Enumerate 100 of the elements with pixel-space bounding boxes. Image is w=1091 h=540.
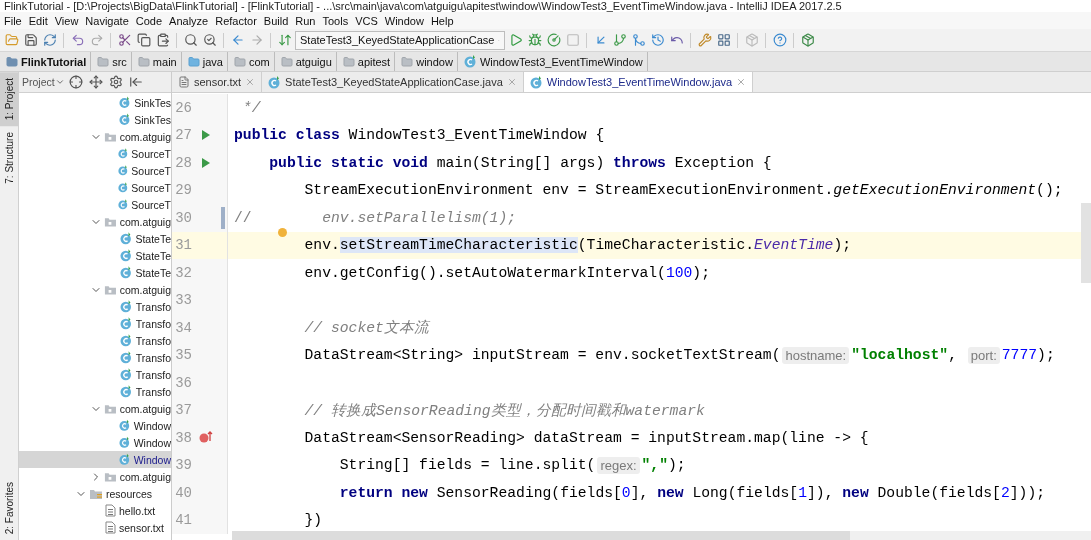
breadcrumb[interactable]: main <box>131 52 182 71</box>
menu-item[interactable]: File <box>1 14 25 27</box>
menu-item[interactable]: Build <box>260 14 292 27</box>
breadcrumb[interactable]: apitest <box>336 52 396 71</box>
bulb-icon[interactable] <box>278 228 287 238</box>
collapse-icon[interactable] <box>87 73 105 91</box>
breadcrumb[interactable]: atguigu <box>274 52 337 71</box>
run-icon[interactable] <box>201 156 211 169</box>
tree-item[interactable]: com.atguig <box>19 128 171 145</box>
line-number: 29 <box>174 182 192 199</box>
tree-item[interactable]: Transfo <box>19 383 171 400</box>
help-icon[interactable] <box>771 31 788 49</box>
locate-icon[interactable] <box>67 73 85 91</box>
save-icon[interactable] <box>22 31 39 49</box>
tree-item[interactable]: StateTe <box>19 247 171 264</box>
branch-icon[interactable] <box>611 31 628 49</box>
code-text: env.getConfig().setAutoWatermarkInterval(100); <box>303 264 710 281</box>
tree-item[interactable]: Transfo <box>19 298 171 315</box>
tree-item[interactable]: SinkTes <box>19 94 171 111</box>
folder-icon <box>103 215 117 228</box>
tree-item[interactable]: com.atguig <box>19 468 171 485</box>
plugin-icon[interactable] <box>799 31 816 49</box>
coverage-icon[interactable] <box>545 31 562 49</box>
sync-icon[interactable] <box>41 31 58 49</box>
breadcrumb[interactable]: src <box>91 52 132 71</box>
settings-icon[interactable] <box>107 73 125 91</box>
tool-window-tab[interactable]: 2: Favorites <box>0 475 18 540</box>
run-icon[interactable] <box>201 129 211 142</box>
code-text: // env.setParallelism(1); <box>234 209 517 226</box>
code-text: DataStream<String> inputStream = env.socketTextStream( <box>303 347 781 364</box>
cut-icon[interactable] <box>116 31 133 49</box>
editor-tab[interactable]: sensor.txt <box>172 72 263 92</box>
lambda-marker-icon[interactable] <box>199 431 213 445</box>
project-view-dropdown[interactable]: Project <box>22 76 65 88</box>
class-icon <box>120 351 133 364</box>
tree-item[interactable]: Window <box>19 434 171 451</box>
tree-item[interactable]: SinkTes <box>19 111 171 128</box>
tree-item[interactable]: resources <box>19 485 171 502</box>
editor-tab[interactable]: StateTest3_KeyedStateApplicationCase.java <box>262 72 524 92</box>
tree-item[interactable]: SourceT <box>19 179 171 196</box>
grid-icon[interactable] <box>715 31 732 49</box>
breadcrumb[interactable]: com <box>227 52 275 71</box>
wrench-icon[interactable] <box>696 31 713 49</box>
menu-item[interactable]: Refactor <box>212 14 260 27</box>
search-icon[interactable] <box>182 31 199 49</box>
tree-item[interactable]: SourceT <box>19 145 171 162</box>
menu-item[interactable]: Window <box>381 14 427 27</box>
class-icon <box>120 317 133 330</box>
tree-item[interactable]: sensor.txt <box>19 519 171 536</box>
breadcrumb[interactable]: window <box>395 52 458 71</box>
class-icon <box>119 96 132 109</box>
tree-item[interactable]: com.atguig <box>19 213 171 230</box>
tree-item[interactable]: Window <box>19 417 171 434</box>
tool-window-tab[interactable]: 1: Project <box>0 72 18 127</box>
menu-item[interactable]: Navigate <box>82 14 132 27</box>
class-icon <box>117 164 129 177</box>
menu-item[interactable]: Analyze <box>166 14 212 27</box>
menu-item[interactable]: Tools <box>319 14 352 27</box>
tree-item[interactable]: SourceT <box>19 162 171 179</box>
tree-item[interactable]: com.atguig <box>19 281 171 298</box>
tree-item[interactable]: Transfo <box>19 366 171 383</box>
tree-item[interactable]: hello.txt <box>19 502 171 519</box>
run-configuration-dropdown[interactable]: StateTest3_KeyedStateApplicationCase <box>295 30 505 50</box>
class-icon <box>120 300 133 313</box>
merge-icon[interactable] <box>630 31 647 49</box>
code-text: public class WindowTest3_EventTimeWindow { <box>234 127 605 144</box>
tree-item[interactable]: Transfo <box>19 332 171 349</box>
folder-icon <box>103 130 117 143</box>
replace-icon[interactable] <box>201 31 218 49</box>
editor-tab[interactable]: WindowTest3_EventTimeWindow.java <box>523 72 754 92</box>
resources-folder-icon <box>89 487 103 500</box>
menu-item[interactable]: Run <box>292 14 319 27</box>
scrollbar[interactable] <box>232 531 1091 540</box>
tree-item[interactable]: Transfo <box>19 315 171 332</box>
close-icon[interactable] <box>245 77 256 87</box>
folder-icon <box>103 470 117 483</box>
menu-item[interactable]: Code <box>132 14 166 27</box>
menu-item[interactable]: VCS <box>352 14 381 27</box>
close-icon[interactable] <box>736 77 747 87</box>
menu-item[interactable]: View <box>51 14 82 27</box>
breadcrumb[interactable]: WindowTest3_EventTimeWindow <box>457 52 648 71</box>
menu-item[interactable]: Help <box>427 14 457 27</box>
tree-item[interactable]: com.atguig <box>19 400 171 417</box>
code-text: */ <box>241 99 261 116</box>
breadcrumb[interactable]: java <box>181 52 228 71</box>
tree-item[interactable]: StateTe <box>19 230 171 247</box>
close-icon[interactable] <box>506 77 517 87</box>
tool-window-tab[interactable]: 7: Structure <box>0 126 18 190</box>
copy-icon[interactable] <box>135 31 152 49</box>
scrollbar[interactable] <box>1081 203 1091 283</box>
folder-icon <box>103 402 117 415</box>
tree-item[interactable]: Transfo <box>19 349 171 366</box>
breadcrumb[interactable]: FlinkTutorial <box>0 52 92 71</box>
tree-item[interactable]: StateTe <box>19 264 171 281</box>
package-icon[interactable] <box>743 31 760 49</box>
tree-item[interactable]: SourceT <box>19 196 171 213</box>
history-icon[interactable] <box>649 31 666 49</box>
debug-icon[interactable] <box>526 31 543 49</box>
menu-item[interactable]: Edit <box>25 14 51 27</box>
tree-item[interactable]: Window <box>19 451 171 468</box>
